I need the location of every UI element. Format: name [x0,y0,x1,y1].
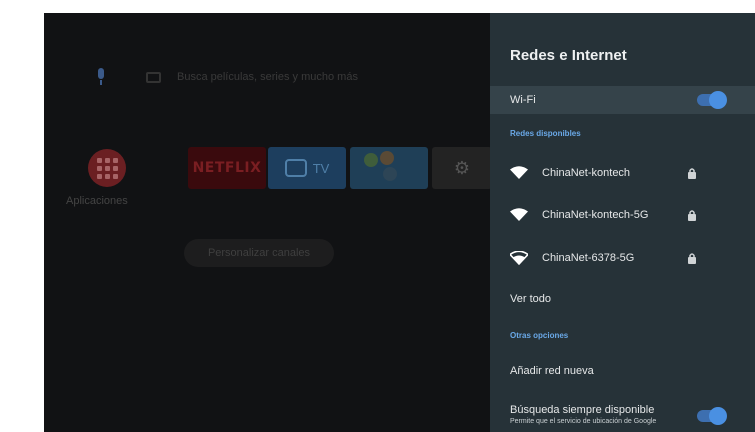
search-placeholder[interactable]: Busca películas, series y mucho más [177,71,358,83]
wifi-full-icon [510,166,528,180]
tv-icon [284,159,307,177]
network-name: ChinaNet-kontech [542,167,631,179]
lock-icon [687,167,697,179]
settings-app-tile[interactable]: ⚙ [432,147,492,189]
keyboard-icon[interactable] [146,71,161,83]
network-settings-panel: Redes e Internet Wi-Fi Redes disponibles… [490,13,755,432]
network-name: ChinaNet-6378-5G [542,252,635,264]
scan-always-toggle[interactable] [697,407,727,425]
home-screen-dimmed: Busca películas, series y mucho más Apli… [44,13,492,432]
panel-title: Redes e Internet [510,47,627,64]
customize-channels-button[interactable]: Personalizar canales [184,239,334,267]
scan-always-title: Búsqueda siempre disponible [510,403,655,416]
wifi-full-icon [510,208,528,222]
scan-always-item[interactable]: Búsqueda siempre disponible Permite que … [490,399,755,429]
search-row[interactable]: Busca películas, series y mucho más [94,68,358,86]
wifi-toggle-row[interactable]: Wi-Fi [490,86,755,114]
network-name: ChinaNet-kontech-5G [542,209,649,221]
netflix-logo: NETFLIX [192,160,262,176]
lock-icon [687,209,697,221]
scan-always-description: Permite que el servicio de ubicación de … [510,417,657,425]
network-item[interactable]: ChinaNet-kontech-5G [490,199,755,231]
wifi-label: Wi-Fi [510,94,536,106]
wifi-medium-icon [510,251,528,265]
apps-label: Aplicaciones [66,195,128,207]
apps-grid-icon[interactable] [88,149,126,187]
wifi-toggle[interactable] [697,91,727,109]
microphone-icon[interactable] [94,68,108,86]
character-icon [380,151,394,165]
tv-app-label: TV [312,160,330,176]
character-icon [364,153,378,167]
available-networks-header: Redes disponibles [510,129,581,138]
tv-app-tile[interactable]: TV [268,147,346,189]
netflix-app-tile[interactable]: NETFLIX [188,147,266,189]
kids-app-tile[interactable] [350,147,428,189]
network-item[interactable]: ChinaNet-kontech [490,157,755,189]
add-network-label: Añadir red nueva [510,365,594,377]
other-options-header: Otras opciones [510,331,569,340]
see-all-label: Ver todo [510,293,551,305]
add-network-item[interactable]: Añadir red nueva [490,361,755,381]
play-icon [383,167,397,181]
network-item[interactable]: ChinaNet-6378-5G [490,242,755,274]
toggle-knob [709,91,727,109]
lock-icon [687,252,697,264]
toggle-knob [709,407,727,425]
tv-screen: Busca películas, series y mucho más Apli… [44,13,755,432]
see-all-item[interactable]: Ver todo [490,289,755,309]
gear-icon: ⚙ [453,157,471,178]
